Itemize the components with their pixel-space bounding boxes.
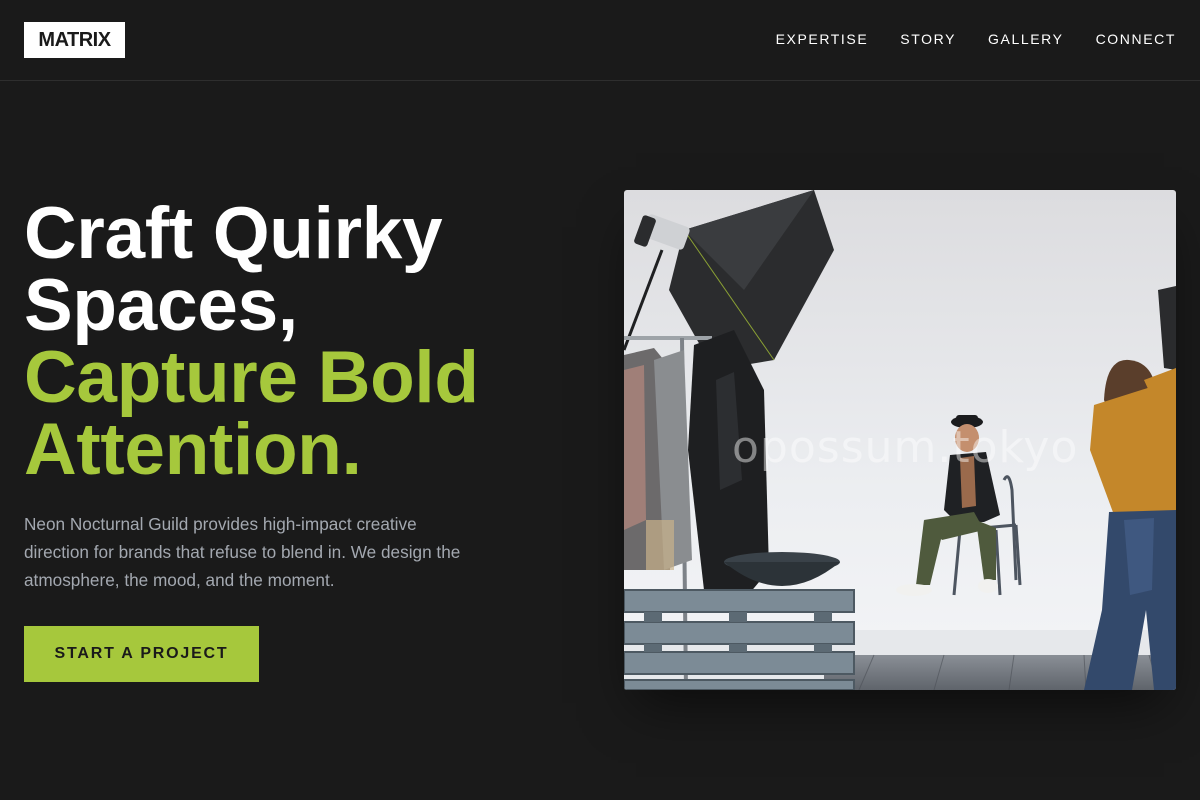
- start-project-button[interactable]: START A PROJECT: [24, 626, 259, 682]
- headline-line-1: Craft Quirky: [24, 193, 443, 274]
- site-header: MATRIX EXPERTISE STORY GALLERY CONNECT: [0, 0, 1200, 81]
- hero-photo: opossum.tokyo: [624, 190, 1176, 690]
- headline-accent-line-1: Capture Bold: [24, 337, 479, 418]
- headline-accent-line-2: Attention.: [24, 409, 362, 490]
- headline-line-2: Spaces,: [24, 265, 298, 346]
- logo[interactable]: MATRIX: [24, 22, 125, 58]
- hero-headline: Craft Quirky Spaces, Capture Bold Attent…: [24, 193, 584, 490]
- hero-description: Neon Nocturnal Guild provides high-impac…: [24, 514, 461, 590]
- nav-link-gallery[interactable]: GALLERY: [988, 31, 1064, 47]
- main-nav: EXPERTISE STORY GALLERY CONNECT: [776, 31, 1176, 47]
- nav-link-story[interactable]: STORY: [900, 31, 956, 47]
- nav-link-expertise[interactable]: EXPERTISE: [776, 31, 869, 47]
- photo-watermark: opossum.tokyo: [732, 422, 1079, 473]
- nav-link-connect[interactable]: CONNECT: [1096, 31, 1176, 47]
